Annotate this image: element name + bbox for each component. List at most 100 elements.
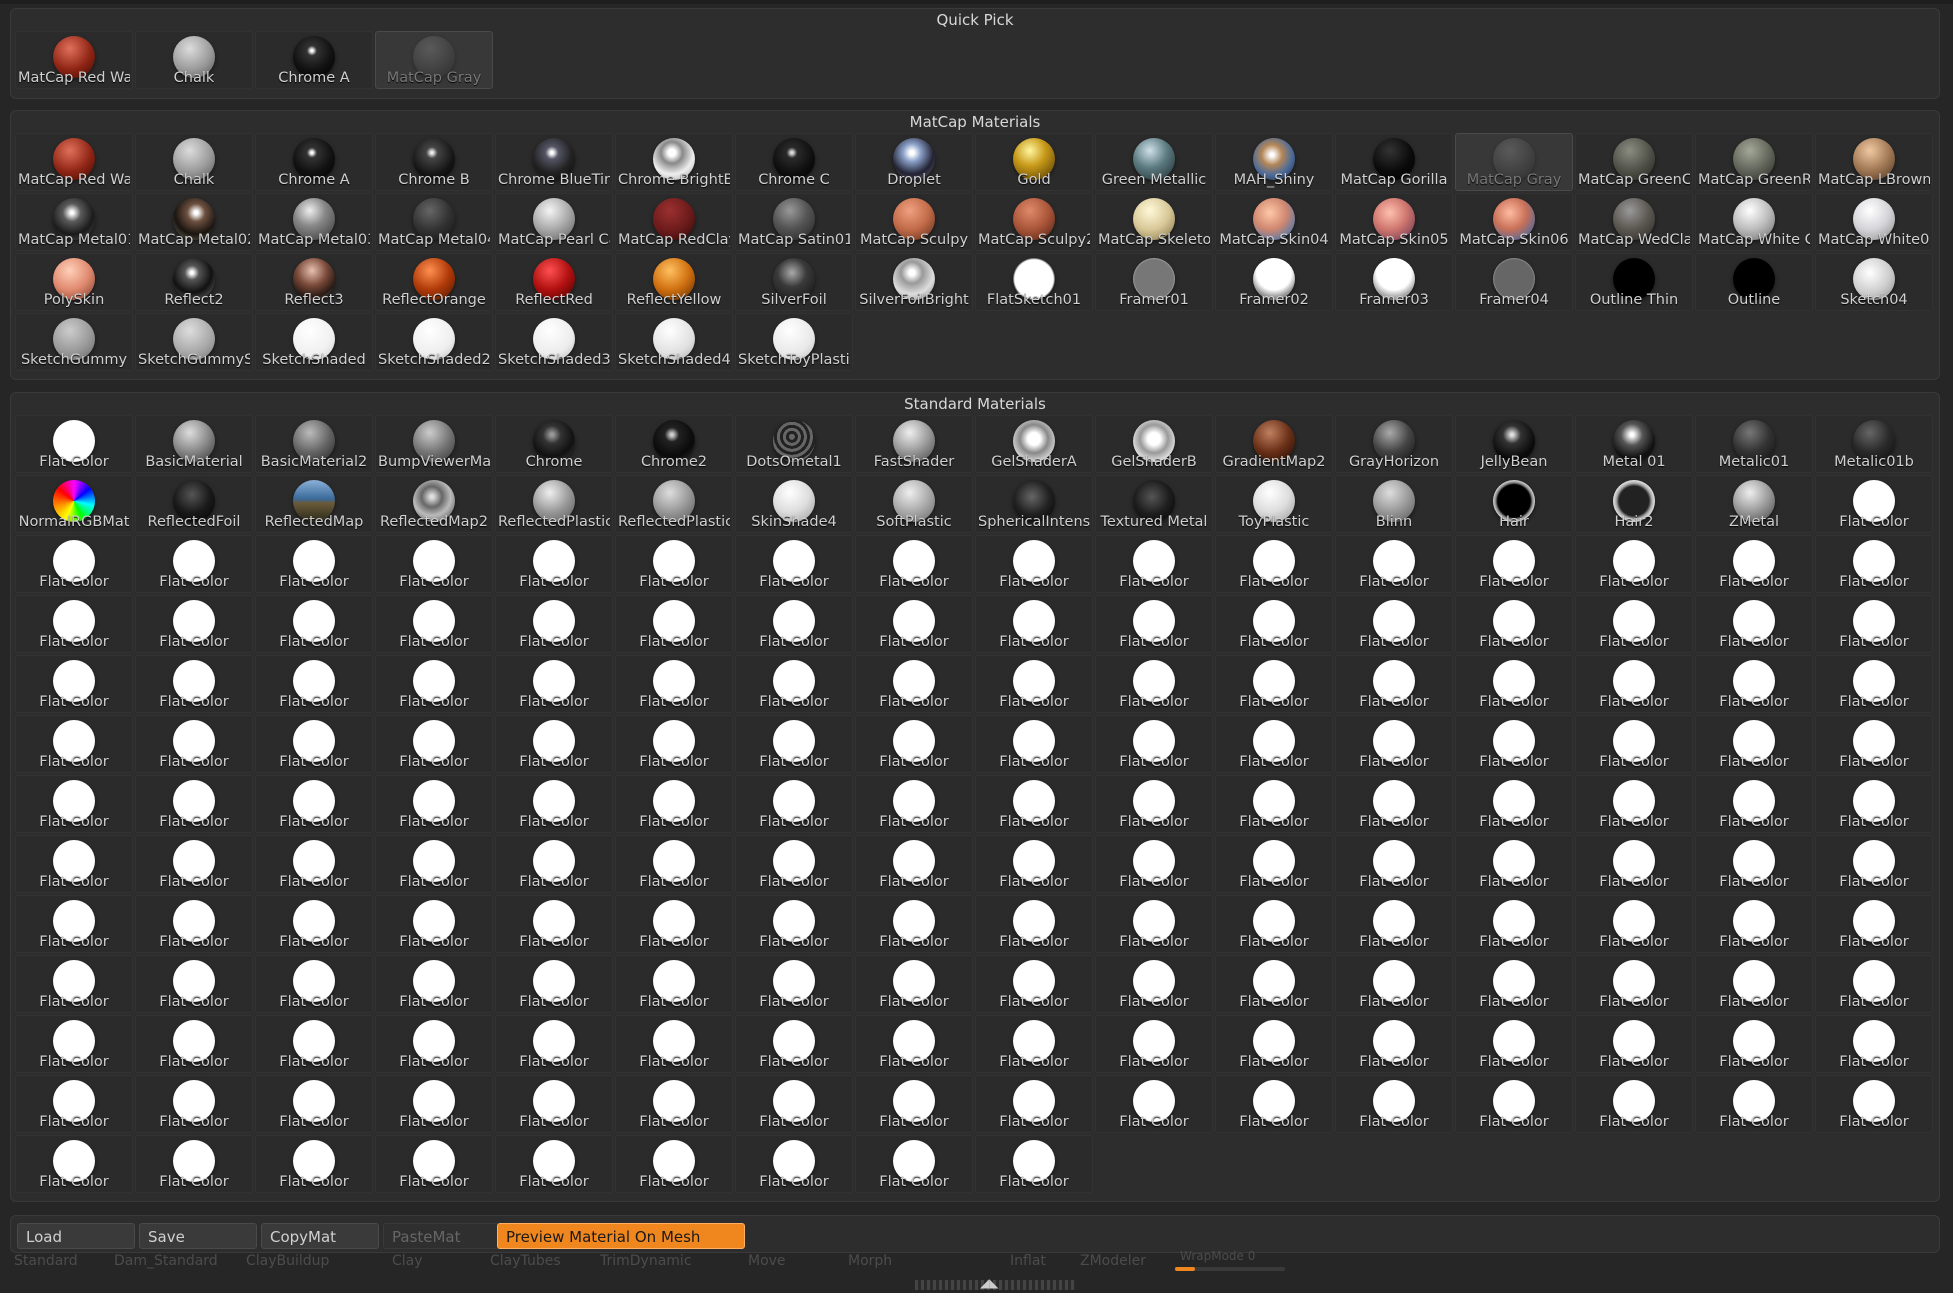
- flat-color-material[interactable]: Flat Color: [375, 535, 493, 593]
- flat-color-material[interactable]: Flat Color: [1455, 655, 1573, 713]
- matcap-material[interactable]: ReflectOrange: [375, 253, 493, 311]
- flat-color-material[interactable]: Flat Color: [15, 535, 133, 593]
- standard-material[interactable]: ReflectedMap2: [375, 475, 493, 533]
- flat-color-material[interactable]: Flat Color: [615, 715, 733, 773]
- standard-material[interactable]: ReflectedPlasticE: [615, 475, 733, 533]
- flat-color-material[interactable]: Flat Color: [495, 1015, 613, 1073]
- flat-color-material[interactable]: Flat Color: [855, 1075, 973, 1133]
- flat-color-material[interactable]: Flat Color: [15, 595, 133, 653]
- flat-color-material[interactable]: Flat Color: [495, 1075, 613, 1133]
- flat-color-material[interactable]: Flat Color: [375, 715, 493, 773]
- flat-color-material[interactable]: Flat Color: [1455, 835, 1573, 893]
- flat-color-material[interactable]: Flat Color: [1815, 775, 1933, 833]
- flat-color-material[interactable]: Flat Color: [615, 655, 733, 713]
- flat-color-material[interactable]: Flat Color: [1815, 1075, 1933, 1133]
- flat-color-material[interactable]: Flat Color: [135, 535, 253, 593]
- flat-color-material[interactable]: Flat Color: [495, 715, 613, 773]
- flat-color-material[interactable]: Flat Color: [1455, 715, 1573, 773]
- matcap-material[interactable]: ReflectYellow: [615, 253, 733, 311]
- flat-color-material[interactable]: Flat Color: [735, 655, 853, 713]
- flat-color-material[interactable]: Flat Color: [255, 1015, 373, 1073]
- standard-material[interactable]: FastShader: [855, 415, 973, 473]
- flat-color-material[interactable]: Flat Color: [1695, 1075, 1813, 1133]
- flat-color-material[interactable]: Flat Color: [735, 1135, 853, 1193]
- flat-color-material[interactable]: Flat Color: [135, 1015, 253, 1073]
- standard-material[interactable]: SkinShade4: [735, 475, 853, 533]
- flat-color-material[interactable]: Flat Color: [255, 1075, 373, 1133]
- matcap-material[interactable]: Droplet: [855, 133, 973, 191]
- flat-color-material[interactable]: Flat Color: [615, 595, 733, 653]
- flat-color-material[interactable]: Flat Color: [15, 1015, 133, 1073]
- standard-material[interactable]: Flat Color: [1815, 475, 1933, 533]
- flat-color-material[interactable]: Flat Color: [1815, 955, 1933, 1013]
- flat-color-material[interactable]: Flat Color: [1455, 895, 1573, 953]
- matcap-material[interactable]: SilverFoilBright: [855, 253, 973, 311]
- matcap-material[interactable]: Framer03: [1335, 253, 1453, 311]
- flat-color-material[interactable]: Flat Color: [1335, 1015, 1453, 1073]
- standard-material[interactable]: SoftPlastic: [855, 475, 973, 533]
- standard-material[interactable]: Chrome2: [615, 415, 733, 473]
- quick-pick-material[interactable]: MatCap Gray: [375, 31, 493, 89]
- flat-color-material[interactable]: Flat Color: [1575, 895, 1693, 953]
- flat-color-material[interactable]: Flat Color: [735, 535, 853, 593]
- matcap-material[interactable]: SketchGummySh: [135, 313, 253, 371]
- flat-color-material[interactable]: Flat Color: [255, 595, 373, 653]
- flat-color-material[interactable]: Flat Color: [255, 775, 373, 833]
- standard-material[interactable]: ZMetal: [1695, 475, 1813, 533]
- matcap-material[interactable]: Framer04: [1455, 253, 1573, 311]
- flat-color-material[interactable]: Flat Color: [1455, 775, 1573, 833]
- flat-color-material[interactable]: Flat Color: [375, 775, 493, 833]
- matcap-material[interactable]: SketchToyPlastic: [735, 313, 853, 371]
- matcap-material[interactable]: MatCap Metal03: [255, 193, 373, 251]
- standard-material[interactable]: Textured Metal: [1095, 475, 1213, 533]
- flat-color-material[interactable]: Flat Color: [15, 655, 133, 713]
- flat-color-material[interactable]: Flat Color: [1215, 895, 1333, 953]
- matcap-material[interactable]: SilverFoil: [735, 253, 853, 311]
- flat-color-material[interactable]: Flat Color: [615, 895, 733, 953]
- flat-color-material[interactable]: Flat Color: [1215, 835, 1333, 893]
- matcap-material[interactable]: Outline: [1695, 253, 1813, 311]
- matcap-material[interactable]: Green Metallic: [1095, 133, 1213, 191]
- flat-color-material[interactable]: Flat Color: [1335, 535, 1453, 593]
- matcap-material[interactable]: MatCap Sculpy: [855, 193, 973, 251]
- flat-color-material[interactable]: Flat Color: [1815, 835, 1933, 893]
- wrapmode-slider[interactable]: [1175, 1267, 1285, 1271]
- flat-color-material[interactable]: Flat Color: [975, 715, 1093, 773]
- flat-color-material[interactable]: Flat Color: [135, 955, 253, 1013]
- flat-color-material[interactable]: Flat Color: [1335, 895, 1453, 953]
- standard-material[interactable]: ReflectedMap: [255, 475, 373, 533]
- standard-material[interactable]: DotsOmetal1: [735, 415, 853, 473]
- flat-color-material[interactable]: Flat Color: [255, 715, 373, 773]
- flat-color-material[interactable]: Flat Color: [1815, 655, 1933, 713]
- flat-color-material[interactable]: Flat Color: [135, 895, 253, 953]
- flat-color-material[interactable]: Flat Color: [1335, 655, 1453, 713]
- matcap-material[interactable]: SketchShaded4: [615, 313, 733, 371]
- flat-color-material[interactable]: Flat Color: [375, 1015, 493, 1073]
- flat-color-material[interactable]: Flat Color: [1695, 835, 1813, 893]
- flat-color-material[interactable]: Flat Color: [735, 775, 853, 833]
- flat-color-material[interactable]: Flat Color: [1575, 1075, 1693, 1133]
- standard-material[interactable]: NormalRGBMat: [15, 475, 133, 533]
- matcap-material[interactable]: Framer02: [1215, 253, 1333, 311]
- flat-color-material[interactable]: Flat Color: [1695, 955, 1813, 1013]
- flat-color-material[interactable]: Flat Color: [615, 1075, 733, 1133]
- flat-color-material[interactable]: Flat Color: [135, 1135, 253, 1193]
- matcap-material[interactable]: Chrome BlueTint: [495, 133, 613, 191]
- quick-pick-material[interactable]: Chalk: [135, 31, 253, 89]
- flat-color-material[interactable]: Flat Color: [1695, 715, 1813, 773]
- quick-pick-material[interactable]: MatCap Red Wax: [15, 31, 133, 89]
- flat-color-material[interactable]: Flat Color: [495, 655, 613, 713]
- flat-color-material[interactable]: Flat Color: [1575, 595, 1693, 653]
- flat-color-material[interactable]: Flat Color: [1095, 775, 1213, 833]
- flat-color-material[interactable]: Flat Color: [1575, 955, 1693, 1013]
- matcap-material[interactable]: MatCap White Ca: [1695, 193, 1813, 251]
- expand-arrows-icon[interactable]: ◢◣: [980, 1277, 998, 1289]
- flat-color-material[interactable]: Flat Color: [1575, 1015, 1693, 1073]
- matcap-material[interactable]: MatCap Gorilla: [1335, 133, 1453, 191]
- flat-color-material[interactable]: Flat Color: [735, 1075, 853, 1133]
- flat-color-material[interactable]: Flat Color: [1695, 895, 1813, 953]
- matcap-material[interactable]: MatCap Sculpy2: [975, 193, 1093, 251]
- flat-color-material[interactable]: Flat Color: [495, 775, 613, 833]
- flat-color-material[interactable]: Flat Color: [255, 535, 373, 593]
- matcap-material[interactable]: SketchShaded: [255, 313, 373, 371]
